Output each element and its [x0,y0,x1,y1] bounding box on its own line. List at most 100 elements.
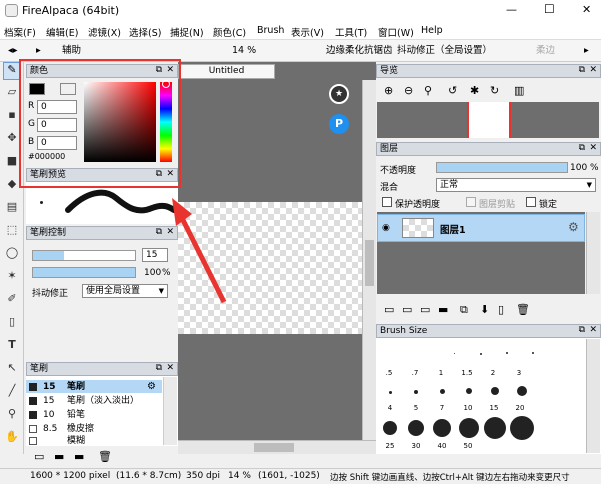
toolbar-end-icon[interactable]: ▸ [584,44,589,58]
menu-window[interactable]: 窗口(W) [378,25,414,39]
dot-tool-icon[interactable]: ▪ [5,108,19,122]
size-dot[interactable] [433,419,451,437]
select-pen-tool-icon[interactable]: ✐ [5,292,19,306]
bucket-tool-icon[interactable]: ◆ [5,177,19,191]
layer-row[interactable]: ◉ 图层1 ⚙ [377,214,585,242]
menu-view[interactable]: 表示(V) [291,25,324,39]
brush-size-input[interactable]: 15 [142,248,168,262]
merge-down-icon[interactable]: ⬇ [480,303,489,316]
brush-opacity-slider[interactable] [32,267,136,278]
nav-back-icon[interactable]: ◂▸ [8,44,18,58]
brush-item[interactable]: 15 笔刷 ⚙ [29,381,159,393]
divide-tool-icon[interactable]: ╱ [5,384,19,398]
brush-item[interactable]: 8.5 橡皮擦 [29,423,159,435]
nav-forward-icon[interactable]: ▸ [36,44,41,58]
gear-icon[interactable]: ⚙ [147,381,156,393]
rotate-reset-icon[interactable]: ✱ [470,84,479,97]
navigator-preview[interactable] [377,102,599,138]
zoom-out-icon[interactable]: ⊖ [404,84,413,97]
layer-visibility-icon[interactable]: ◉ [382,223,390,233]
menu-snap[interactable]: 捕捉(N) [170,25,204,39]
canvas-hscrollbar[interactable] [178,440,376,454]
size-dot[interactable] [532,352,534,354]
canvas-vscrollbar[interactable] [362,80,376,440]
operation-tool-icon[interactable]: ↖ [5,361,19,375]
menu-color[interactable]: 颜色(C) [213,25,246,39]
brush-size-slider[interactable] [32,250,136,261]
lock-checkbox[interactable] [526,197,536,207]
panel-float-icon[interactable]: ⧉ [579,64,585,76]
brush-item[interactable]: 模糊 [29,435,159,445]
navigator-view-rect[interactable] [467,102,511,138]
menu-filter[interactable]: 滤镜(X) [88,25,121,39]
brush-item[interactable]: 10 铅笔 [29,409,159,421]
panel-close-icon[interactable]: ✕ [166,362,174,374]
panel-close-icon[interactable]: ✕ [589,324,597,336]
new-brush-icon[interactable]: ▭ [34,450,44,463]
layer-opacity-slider[interactable] [436,162,568,173]
panel-float-icon[interactable]: ⧉ [156,226,162,238]
size-dot[interactable] [454,353,455,354]
panel-close-icon[interactable]: ✕ [589,142,597,154]
flip-icon[interactable]: ▥ [514,84,524,97]
magic-wand-tool-icon[interactable]: ✶ [5,269,19,283]
size-dot[interactable] [480,353,482,355]
duplicate-layer-icon[interactable]: ⧉ [460,303,468,317]
size-dot[interactable] [389,391,392,394]
layer-blend-select[interactable]: 正常 ▼ [436,178,596,192]
minimize-button[interactable]: — [506,3,517,16]
menu-edit[interactable]: 编辑(E) [46,25,78,39]
clipping-checkbox[interactable] [466,197,476,207]
menu-help[interactable]: Help [421,25,443,36]
size-dot[interactable] [506,352,508,354]
trash-icon[interactable]: 🗑 [98,450,112,463]
size-dot[interactable] [484,417,506,439]
size-dot[interactable] [459,418,479,438]
size-dot[interactable] [414,390,418,394]
maximize-button[interactable]: ☐ [544,2,555,16]
select-tool-icon[interactable]: ⬚ [5,223,19,237]
layer-folder-icon[interactable]: ▬ [438,303,448,316]
size-dot[interactable] [466,388,472,394]
rotate-right-icon[interactable]: ↻ [490,84,499,97]
brush-list-scrollbar[interactable] [163,377,177,445]
canvas-vscroll-thumb[interactable] [365,240,374,286]
eraser-tool-icon[interactable]: ▱ [5,85,19,99]
fill-rect-tool-icon[interactable]: ■ [5,154,19,168]
new-layer-1bit-icon[interactable]: ▭ [420,303,430,316]
panel-float-icon[interactable]: ⧉ [579,324,585,336]
canvas-hscroll-thumb[interactable] [254,443,294,452]
size-dot[interactable] [383,421,397,435]
move-tool-icon[interactable]: ✥ [5,131,19,145]
delete-layer-icon[interactable]: 🗑 [516,303,530,316]
brush-size-scrollbar[interactable] [586,339,600,453]
brush-stabilizer-select[interactable]: 使用全局设置 ▼ [82,284,168,298]
panel-float-icon[interactable]: ⧉ [156,362,162,374]
folder-icon[interactable]: ▬ [54,450,64,463]
zoom-in-icon[interactable]: ⊕ [384,84,393,97]
open-folder-icon[interactable]: ▬ [74,450,84,463]
close-button[interactable]: ✕ [582,3,591,16]
panel-close-icon[interactable]: ✕ [589,64,597,76]
new-layer-icon[interactable]: ▭ [384,303,394,316]
protect-alpha-checkbox[interactable] [382,197,392,207]
alpaca-mascot-icon[interactable]: ★ [329,84,349,104]
menu-brush[interactable]: Brush [257,25,284,36]
layer-settings-gear-icon[interactable]: ⚙ [568,220,579,234]
size-dot[interactable] [491,387,499,395]
layer-list-scrollbar[interactable] [586,212,600,294]
lasso-tool-icon[interactable]: ◯ [5,246,19,260]
rotate-left-icon[interactable]: ↺ [448,84,457,97]
canvas-tab[interactable]: Untitled [178,64,275,79]
text-tool-icon[interactable]: T [5,338,19,352]
zoom-fit-icon[interactable]: ⚲ [424,84,432,97]
panel-float-icon[interactable]: ⧉ [579,142,585,154]
menu-file[interactable]: 档案(F) [4,25,36,39]
gradient-tool-icon[interactable]: ▤ [5,200,19,214]
size-dot[interactable] [408,420,424,436]
menu-select[interactable]: 选择(S) [129,25,161,39]
hand-tool-icon[interactable]: ✋ [5,430,19,444]
clear-layer-icon[interactable]: ▯ [498,303,504,316]
size-dot[interactable] [510,416,534,440]
brush-item[interactable]: 15 笔刷（淡入淡出） [29,395,159,407]
